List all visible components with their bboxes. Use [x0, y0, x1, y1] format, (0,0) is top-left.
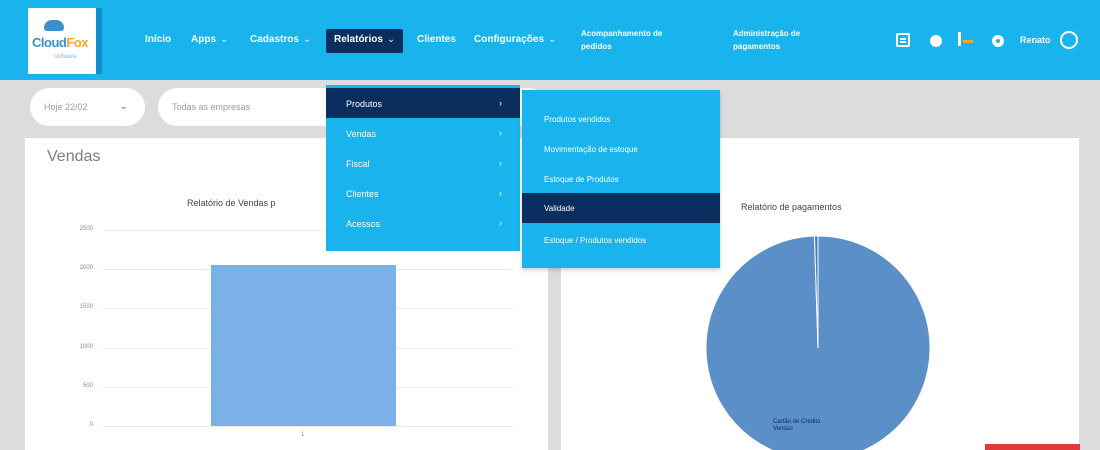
nav-configuracoes[interactable]: Configurações ⌄: [474, 34, 556, 45]
y-tick-label: 1500: [79, 304, 93, 311]
chevron-down-icon: ⌄: [548, 34, 557, 45]
nav-acompanhamento-pedidos[interactable]: Acompanhamento de pedidos: [581, 27, 662, 53]
submenu-item-validade[interactable]: Validade: [522, 193, 720, 223]
submenu-item-movimentacao-estoque[interactable]: Movimentação de estoque: [522, 134, 720, 164]
chevron-right-icon: ›: [499, 98, 502, 108]
nav-cadastros[interactable]: Cadastros ⌄: [250, 34, 311, 45]
bar[interactable]: [210, 265, 396, 426]
reports-dropdown-menu: Produtos › Vendas › Fiscal › Clientes › Aces…: [326, 85, 520, 251]
chevron-down-icon: ⌄: [302, 34, 312, 45]
document-icon[interactable]: [896, 33, 910, 47]
menu-item-produtos[interactable]: Produtos ›: [326, 88, 520, 118]
menu-item-acessos[interactable]: Acessos ›: [326, 208, 520, 238]
chevron-down-icon: ⌄: [220, 34, 229, 45]
notification-icon[interactable]: [930, 35, 942, 47]
notification-edge-marker: [985, 444, 1080, 450]
gear-icon[interactable]: [992, 35, 1004, 47]
submenu-item-estoque-produtos-vendidos[interactable]: Estoque / Produtos vendidos: [522, 225, 720, 255]
submenu-item-estoque-produtos[interactable]: Estoque de Produtos: [522, 164, 720, 194]
company-filter-placeholder: Todas as empresas: [172, 102, 251, 112]
nav-administracao-pagamentos[interactable]: Administração de pagamentos: [733, 27, 800, 53]
nav-apps[interactable]: Apps ⌄: [191, 34, 228, 45]
chevron-right-icon: ›: [499, 188, 502, 198]
user-name[interactable]: Renato: [1020, 35, 1051, 45]
menu-item-clientes[interactable]: Clientes ›: [326, 178, 520, 208]
submenu-item-produtos-vendidos[interactable]: Produtos vendidos: [522, 104, 720, 134]
pie-slice-label: Cartão de Crédito Vendas: [773, 419, 821, 432]
chart-icon[interactable]: [958, 28, 973, 46]
products-submenu: Produtos vendidos Movimentação de estoqu…: [522, 90, 720, 268]
sales-chart-title: Relatório de Vendas p: [187, 198, 276, 208]
y-tick-label: 1000: [79, 343, 93, 350]
nav-relatorios[interactable]: Relatórios ⌄: [326, 29, 404, 53]
y-tick-label: 2500: [79, 226, 93, 232]
menu-item-fiscal[interactable]: Fiscal ›: [326, 148, 520, 178]
x-tick-label: 1: [301, 432, 305, 438]
y-tick-label: 2000: [79, 265, 93, 272]
brand-logo[interactable]: CloudFox software: [28, 8, 96, 74]
nav-inicio[interactable]: Início: [145, 34, 171, 45]
gridline: [103, 426, 513, 427]
date-filter-value: Hoje 22/02: [44, 102, 88, 112]
date-filter-select[interactable]: Hoje 22/02 ⌄: [30, 88, 145, 126]
logo-text: CloudFox: [32, 35, 88, 50]
card-title: Vendas: [47, 148, 101, 165]
logo-subtitle: software: [54, 54, 77, 60]
logo-divider: [96, 8, 102, 74]
nav-clientes[interactable]: Clientes: [417, 34, 456, 45]
chevron-down-icon: ⌄: [386, 34, 396, 45]
top-navbar: CloudFox software Início Apps ⌄ Cadastros…: [0, 0, 1100, 80]
menu-item-vendas[interactable]: Vendas ›: [326, 118, 520, 148]
user-icon[interactable]: [1060, 31, 1078, 49]
chevron-right-icon: ›: [499, 128, 502, 138]
cloud-icon: [44, 20, 64, 31]
y-tick-label: 500: [82, 382, 93, 389]
logo-text-main: Cloud: [32, 35, 67, 50]
logo-text-accent: Fox: [66, 35, 88, 50]
chevron-right-icon: ›: [499, 218, 502, 228]
chevron-down-icon: ⌄: [120, 101, 128, 111]
chevron-right-icon: ›: [499, 158, 502, 168]
y-tick-label: 0: [89, 422, 93, 428]
